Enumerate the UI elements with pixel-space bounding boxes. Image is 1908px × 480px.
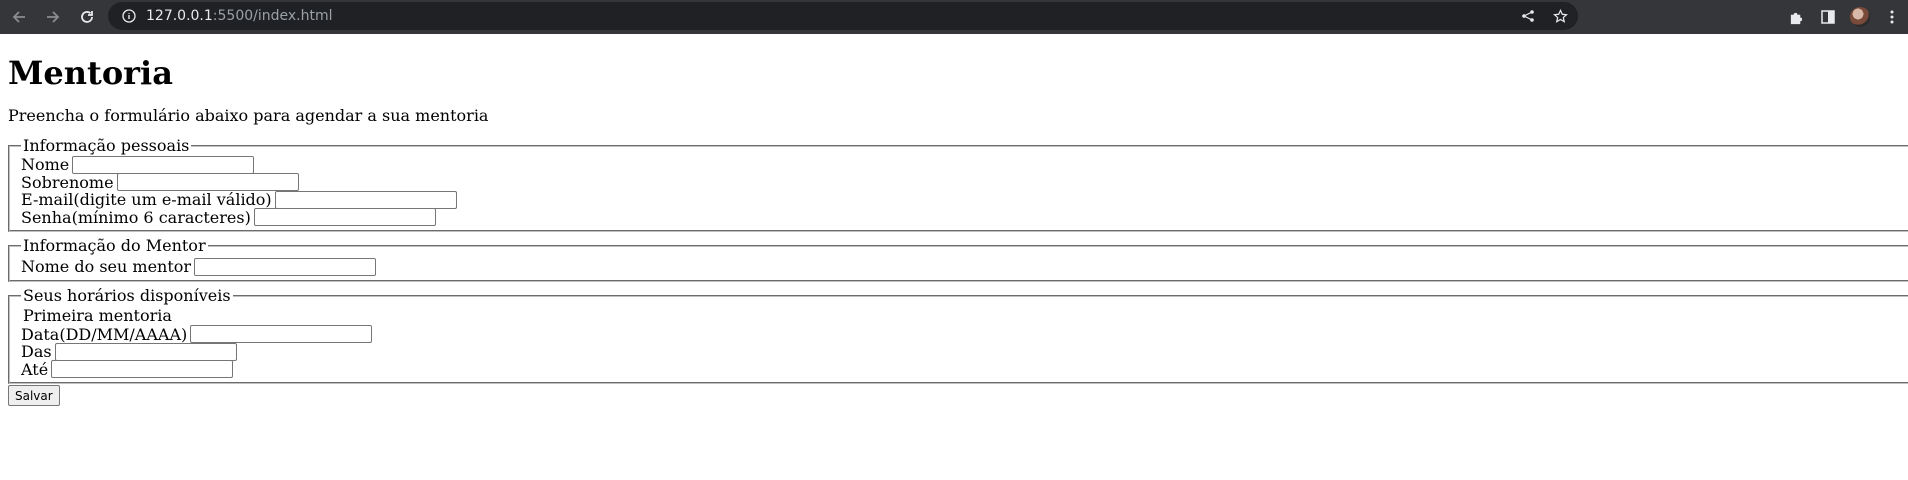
senha-input[interactable] bbox=[253, 208, 436, 226]
subtitle-primeira-mentoria: Primeira mentoria bbox=[23, 305, 172, 325]
row-sobrenome: Sobrenome bbox=[21, 173, 1897, 191]
legend-mentor-info: Informação do Mentor bbox=[23, 236, 206, 255]
share-icon[interactable] bbox=[1514, 2, 1542, 30]
kebab-menu-icon[interactable] bbox=[1876, 0, 1908, 34]
ate-input[interactable] bbox=[51, 360, 234, 378]
row-data: Data(DD/MM/AAAA) bbox=[21, 325, 1897, 343]
arrow-left-icon bbox=[12, 11, 25, 23]
page-content: Mentoria Preencha o formulário abaixo pa… bbox=[0, 55, 1908, 406]
url-text[interactable]: 127.0.0.1:5500/index.html bbox=[146, 8, 333, 24]
label-das: Das bbox=[21, 342, 52, 361]
row-mentor: Nome do seu mentor bbox=[21, 257, 1897, 276]
label-nome: Nome bbox=[21, 155, 70, 174]
page-title: Mentoria bbox=[8, 54, 173, 92]
legend-personal-info: Informação pessoais bbox=[23, 136, 190, 155]
label-email: E-mail(digite um e-mail válido) bbox=[21, 190, 272, 209]
row-senha: Senha(mínimo 6 caracteres) bbox=[21, 208, 1897, 226]
save-button[interactable]: Salvar bbox=[8, 385, 60, 406]
back-button[interactable] bbox=[4, 2, 34, 32]
mentor-name-input[interactable] bbox=[194, 257, 377, 276]
legend-schedule: Seus horários disponíveis bbox=[23, 285, 231, 305]
address-bar[interactable]: 127.0.0.1:5500/index.html bbox=[108, 2, 1578, 30]
toolbar-actions bbox=[1780, 0, 1908, 34]
reload-icon bbox=[81, 11, 93, 23]
extensions-puzzle-icon[interactable] bbox=[1780, 0, 1812, 34]
label-senha: Senha(mínimo 6 caracteres) bbox=[21, 207, 251, 227]
sobrenome-input[interactable] bbox=[116, 173, 299, 191]
fieldset-schedule: Seus horários disponíveis Primeira mento… bbox=[8, 285, 1908, 384]
row-das: Das bbox=[21, 342, 1897, 361]
arrow-right-icon bbox=[47, 11, 60, 23]
data-input[interactable] bbox=[190, 325, 373, 343]
side-panel-icon[interactable] bbox=[1812, 0, 1844, 34]
url-host: 127.0.0.1 bbox=[146, 8, 213, 24]
label-mentor: Nome do seu mentor bbox=[21, 257, 192, 276]
bookmark-star-icon[interactable] bbox=[1546, 2, 1574, 30]
intro-text: Preencha o formulário abaixo para agenda… bbox=[8, 106, 489, 125]
info-icon[interactable] bbox=[120, 7, 138, 25]
row-ate: Até bbox=[21, 360, 1897, 378]
mentoria-form: Informação pessoais Nome Sobrenome E-mai… bbox=[8, 137, 1908, 406]
browser-toolbar: 127.0.0.1:5500/index.html bbox=[0, 0, 1908, 34]
row-email: E-mail(digite um e-mail válido) bbox=[21, 190, 1897, 209]
row-nome: Nome bbox=[21, 155, 1897, 174]
label-data: Data(DD/MM/AAAA) bbox=[21, 324, 188, 344]
nome-input[interactable] bbox=[72, 155, 255, 174]
fieldset-personal-info: Informação pessoais Nome Sobrenome E-mai… bbox=[8, 137, 1908, 232]
email-input[interactable] bbox=[274, 190, 457, 209]
das-input[interactable] bbox=[54, 342, 237, 361]
url-path: :5500/index.html bbox=[212, 8, 333, 24]
label-sobrenome: Sobrenome bbox=[21, 172, 114, 192]
label-ate: Até bbox=[21, 359, 49, 379]
reload-button[interactable] bbox=[72, 2, 102, 32]
profile-avatar[interactable] bbox=[1844, 0, 1876, 34]
avatar bbox=[1850, 7, 1870, 27]
address-bar-actions bbox=[1514, 2, 1578, 30]
fieldset-mentor-info: Informação do Mentor Nome do seu mentor bbox=[8, 237, 1908, 282]
forward-button[interactable] bbox=[38, 2, 68, 32]
